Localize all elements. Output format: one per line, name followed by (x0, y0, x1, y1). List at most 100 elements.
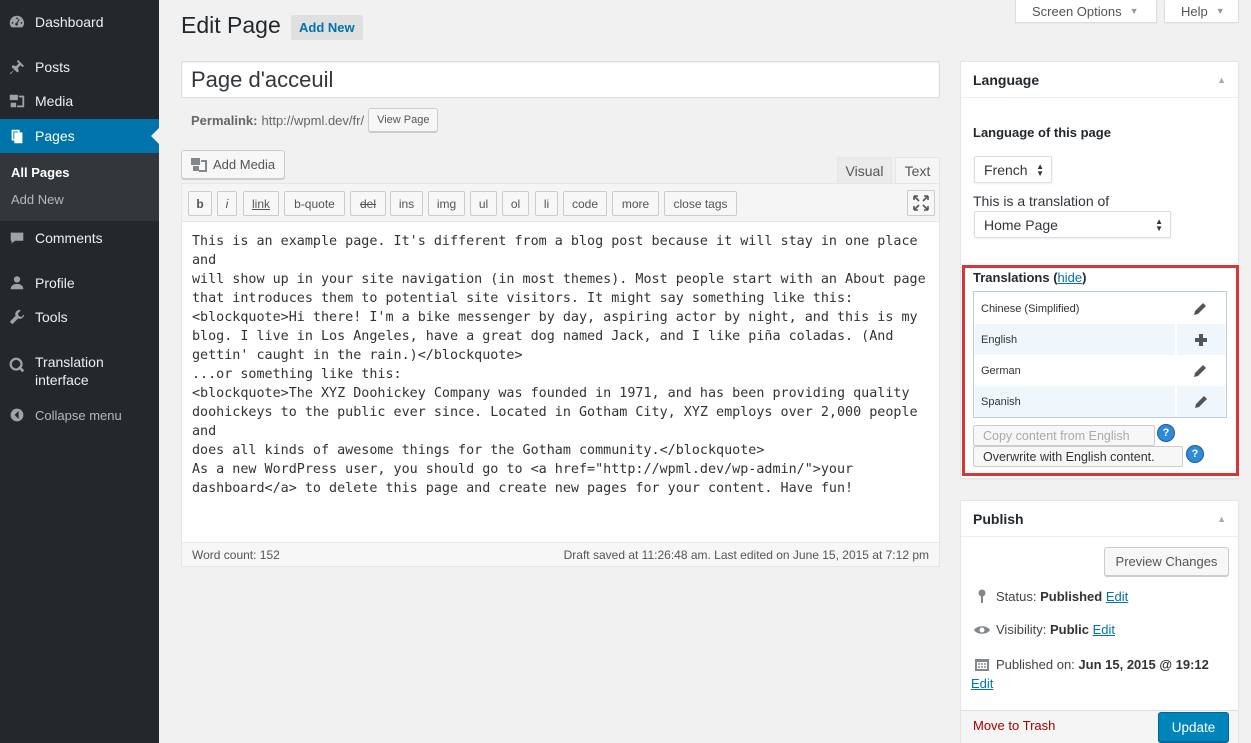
translation-of-select[interactable]: Home Page ▲ ▼ (974, 211, 1171, 238)
help-button[interactable]: Help ▼ (1164, 0, 1239, 23)
add-media-button[interactable]: Add Media (181, 150, 286, 179)
pencil-icon[interactable] (1175, 293, 1225, 324)
qt-more-button[interactable]: more (612, 191, 659, 216)
pages-icon (0, 127, 34, 145)
pin-icon (972, 588, 992, 604)
update-button[interactable]: Update (1158, 712, 1229, 742)
menu-tools[interactable]: Tools (0, 300, 159, 334)
published-on-row: Published on: Jun 15, 2015 @ 19:12 (972, 656, 1209, 672)
collapse-menu[interactable]: Collapse menu (0, 398, 159, 432)
caret-down-icon: ▼ (1129, 6, 1139, 16)
translation-of-label: This is a translation of (973, 193, 1110, 209)
word-count: Word count: 152 (192, 547, 280, 562)
qt-close-tags-button[interactable]: close tags (664, 191, 737, 216)
quicktags-toolbar: b i link b-quote del ins img ul ol li co… (182, 184, 939, 222)
add-new-button[interactable]: Add New (291, 15, 363, 40)
menu-label: Translation interface (35, 354, 104, 388)
translation-language: Chinese (Simplified) (981, 302, 1080, 315)
translation-language: Spanish (981, 395, 1021, 408)
help-icon[interactable]: ? (1187, 446, 1203, 462)
qt-code-button[interactable]: code (563, 191, 607, 216)
language-select[interactable]: French ▲ ▼ (974, 156, 1052, 183)
published-value: Jun 15, 2015 @ 19:12 (1078, 656, 1209, 672)
overwrite-content-button[interactable]: Overwrite with English content. (973, 446, 1183, 467)
visibility-value: Public (1049, 622, 1089, 637)
post-title-input[interactable]: Page d'acceuil (181, 61, 940, 98)
screen-options-button[interactable]: Screen Options ▼ (1015, 0, 1157, 23)
menu-media[interactable]: Media (0, 84, 159, 118)
qt-li-button[interactable]: li (535, 191, 558, 216)
menu-posts[interactable]: Posts (0, 50, 159, 84)
submenu-all-pages[interactable]: All Pages (11, 165, 70, 180)
add-media-label: Add Media (213, 157, 276, 172)
editor-status-bar: Word count: 152 Draft saved at 11:26:48 … (182, 542, 939, 566)
page-title: Edit Page (181, 12, 281, 38)
collapse-arrow-icon[interactable]: ▲ (1217, 514, 1226, 524)
language-select-value: French (984, 161, 1028, 178)
permalink: Permalink: http://wpml.dev/fr/ View Page (191, 108, 439, 132)
tab-visual[interactable]: Visual (837, 157, 892, 184)
translations-heading: Translations (hide) (973, 270, 1087, 285)
add-media-icon (190, 157, 208, 173)
collapse-icon (0, 407, 34, 423)
editor: b i link b-quote del ins img ul ol li co… (181, 183, 940, 567)
submenu-add-new[interactable]: Add New (11, 192, 64, 207)
move-to-trash-link[interactable]: Move to Trash (973, 718, 1055, 733)
menu-comments[interactable]: Comments (0, 221, 159, 255)
edit-date-link[interactable]: Edit (971, 676, 993, 691)
content-textarea[interactable]: This is an example page. It's different … (192, 232, 932, 498)
select-arrows-icon: ▲ ▼ (1155, 216, 1163, 233)
edit-status-link[interactable]: Edit (1106, 589, 1128, 604)
fullscreen-icon (912, 194, 930, 212)
fullscreen-button[interactable] (907, 190, 935, 216)
translation-row-german: German (975, 355, 1225, 386)
menu-label: Pages (35, 128, 75, 144)
hide-link[interactable]: hide (1058, 270, 1083, 285)
view-page-button[interactable]: View Page (368, 108, 439, 132)
caret-down-icon: ▼ (1215, 6, 1225, 16)
language-of-page-label: Language of this page (973, 125, 1111, 140)
qt-italic-button[interactable]: i (217, 191, 237, 216)
menu-translation-interface[interactable]: Translation interface (0, 353, 159, 391)
comment-icon (0, 229, 34, 247)
menu-pages[interactable]: Pages (0, 119, 159, 153)
qt-link-button[interactable]: link (243, 191, 279, 216)
edit-visibility-link[interactable]: Edit (1093, 622, 1115, 637)
help-icon[interactable]: ? (1158, 425, 1174, 441)
language-metabox-header[interactable]: Language ▲ (961, 62, 1238, 98)
plus-icon[interactable] (1175, 324, 1225, 355)
admin-sidebar: Dashboard Posts Media Pages All Pages Ad… (0, 0, 159, 743)
help-label: Help (1181, 3, 1208, 19)
menu-profile[interactable]: Profile (0, 266, 159, 300)
draft-status: Draft saved at 11:26:48 am. Last edited … (563, 547, 929, 562)
screen-options-label: Screen Options (1032, 3, 1122, 19)
visibility-row: Visibility: Public Edit (972, 622, 1115, 637)
copy-content-button[interactable]: Copy content from English (973, 425, 1155, 446)
media-icon (0, 92, 34, 110)
menu-label: Media (35, 93, 74, 109)
publish-metabox-header[interactable]: Publish ▲ (961, 501, 1238, 537)
tab-text[interactable]: Text (895, 157, 940, 184)
translations-list: Chinese (Simplified) English German Span… (973, 291, 1227, 418)
pencil-icon[interactable] (1175, 386, 1225, 417)
qt-bquote-button[interactable]: b-quote (284, 191, 345, 216)
menu-dashboard[interactable]: Dashboard (0, 5, 159, 39)
qt-ins-button[interactable]: ins (390, 191, 423, 216)
collapse-arrow-icon[interactable]: ▲ (1217, 75, 1226, 85)
qt-del-button[interactable]: del (350, 191, 386, 216)
wrench-icon (0, 308, 34, 326)
qt-img-button[interactable]: img (428, 191, 465, 216)
qt-bold-button[interactable]: b (188, 191, 212, 216)
menu-label: Profile (35, 275, 75, 291)
pencil-icon[interactable] (1175, 355, 1225, 386)
translation-row-chinese: Chinese (Simplified) (975, 293, 1225, 324)
pin-icon (0, 58, 34, 76)
translation-row-spanish: Spanish (975, 386, 1225, 417)
pages-submenu: All Pages Add New (0, 153, 159, 221)
qt-ol-button[interactable]: ol (502, 191, 529, 216)
qt-ul-button[interactable]: ul (470, 191, 497, 216)
permalink-url[interactable]: http://wpml.dev/fr/ (261, 113, 364, 128)
translation-of-value: Home Page (984, 216, 1058, 233)
preview-changes-button[interactable]: Preview Changes (1104, 547, 1229, 576)
select-arrows-icon: ▲ ▼ (1036, 161, 1044, 178)
